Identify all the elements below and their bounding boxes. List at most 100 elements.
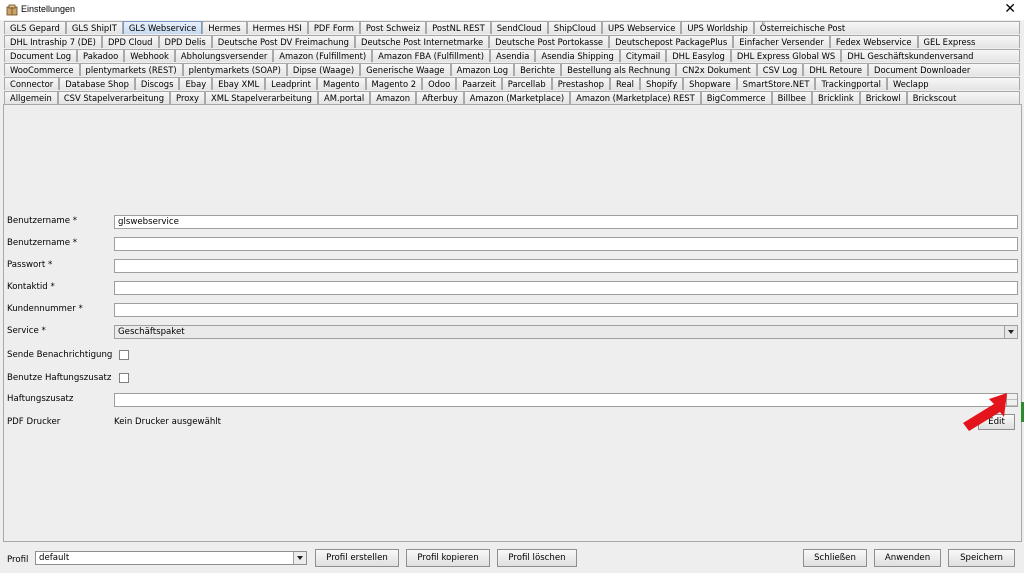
- tab-ebay[interactable]: Ebay: [179, 77, 213, 90]
- tab-shipcloud[interactable]: ShipCloud: [547, 21, 602, 34]
- tab-bestellung-als-rechnung[interactable]: Bestellung als Rechnung: [561, 63, 677, 76]
- tab-shopware[interactable]: Shopware: [683, 77, 737, 90]
- tab-parcellab[interactable]: Parcellab: [501, 77, 552, 90]
- tab-gls-shipit[interactable]: GLS ShipIT: [65, 21, 123, 34]
- tab-pakadoo[interactable]: Pakadoo: [77, 49, 125, 62]
- tab-am-portal[interactable]: AM.portal: [317, 91, 371, 104]
- chevron-down-icon[interactable]: [1004, 326, 1017, 338]
- speichern-button[interactable]: Speichern: [948, 549, 1015, 567]
- tab-allgemein[interactable]: Allgemein: [4, 91, 58, 104]
- tab-hermes[interactable]: Hermes: [202, 21, 247, 34]
- tab-csv-stapelverarbeitung[interactable]: CSV Stapelverarbeitung: [57, 91, 171, 104]
- tab-webhook[interactable]: Webhook: [124, 49, 175, 62]
- close-icon[interactable]: ✕: [1004, 1, 1016, 17]
- haftungszusatz-checkbox[interactable]: [119, 373, 129, 383]
- profil-kopieren-button[interactable]: Profil kopieren: [406, 549, 490, 567]
- tab-deutsche-post-internetmarke[interactable]: Deutsche Post Internetmarke: [355, 35, 490, 48]
- haftungszusatz-spinner[interactable]: 0: [114, 393, 1018, 407]
- chevron-down-icon[interactable]: [293, 552, 306, 564]
- tab-amazon-fulfillment[interactable]: Amazon (Fulfillment): [273, 49, 373, 62]
- tab-billbee[interactable]: Billbee: [771, 91, 812, 104]
- tab-amazon-marketplace-rest[interactable]: Amazon (Marketplace) REST: [570, 91, 701, 104]
- tab-plentymarkets-soap[interactable]: plentymarkets (SOAP): [182, 63, 287, 76]
- kontaktid-input[interactable]: [114, 281, 1018, 295]
- tab-asendia[interactable]: Asendia: [490, 49, 536, 62]
- tab-postnl-rest[interactable]: PostNL REST: [426, 21, 491, 34]
- tab-dipse-waage[interactable]: Dipse (Waage): [286, 63, 361, 76]
- tab-odoo[interactable]: Odoo: [422, 77, 457, 90]
- tab-leadprint[interactable]: Leadprint: [265, 77, 317, 90]
- tab-dhl-easylog[interactable]: DHL Easylog: [666, 49, 731, 62]
- tab-gls-gepard[interactable]: GLS Gepard: [4, 21, 66, 34]
- service-select[interactable]: Geschäftspaket: [114, 325, 1018, 339]
- anwenden-button[interactable]: Anwenden: [874, 549, 941, 567]
- tab-magento[interactable]: Magento: [316, 77, 366, 90]
- tab-gel-express[interactable]: GEL Express: [917, 35, 1020, 48]
- tab-fedex-webservice[interactable]: Fedex Webservice: [829, 35, 918, 48]
- benutzername-input[interactable]: glswebservice: [114, 215, 1018, 229]
- tab-brickscout[interactable]: Brickscout: [906, 91, 1020, 104]
- tab-magento-2[interactable]: Magento 2: [365, 77, 423, 90]
- tab-cn2x-dokument[interactable]: CN2x Dokument: [676, 63, 757, 76]
- tab-post-schweiz[interactable]: Post Schweiz: [359, 21, 427, 34]
- tab-berichte[interactable]: Berichte: [514, 63, 562, 76]
- row-kontaktid: Kontaktid *: [4, 281, 1021, 295]
- tab-abholungsversender[interactable]: Abholungsversender: [174, 49, 274, 62]
- tab-shopify[interactable]: Shopify: [640, 77, 684, 90]
- tab-sendcloud[interactable]: SendCloud: [490, 21, 548, 34]
- tab-pdf-form[interactable]: PDF Form: [307, 21, 360, 34]
- tab-citymail[interactable]: Citymail: [619, 49, 667, 62]
- tab-trackingportal[interactable]: Trackingportal: [815, 77, 887, 90]
- tab-ups-webservice[interactable]: UPS Webservice: [601, 21, 682, 34]
- tab-dhl-intraship-7-de[interactable]: DHL Intraship 7 (DE): [4, 35, 102, 48]
- tab-dhl-retoure[interactable]: DHL Retoure: [803, 63, 869, 76]
- tab-generische-waage[interactable]: Generische Waage: [360, 63, 451, 76]
- row-passwort: Passwort *: [4, 259, 1021, 273]
- tab-brickowl[interactable]: Brickowl: [859, 91, 907, 104]
- benachrichtigung-checkbox[interactable]: [119, 350, 129, 360]
- tab-prestashop[interactable]: Prestashop: [551, 77, 610, 90]
- tab-deutsche-post-dv-freimachung[interactable]: Deutsche Post DV Freimachung: [211, 35, 355, 48]
- tab-real[interactable]: Real: [609, 77, 640, 90]
- tab-dhl-geschäftskundenversand[interactable]: DHL Geschäftskundenversand: [841, 49, 1020, 62]
- tab-discogs[interactable]: Discogs: [134, 77, 180, 90]
- tab-afterbuy[interactable]: Afterbuy: [416, 91, 464, 104]
- tab-dpd-delis[interactable]: DPD Delis: [158, 35, 212, 48]
- tab-amazon[interactable]: Amazon: [370, 91, 417, 104]
- tab-hermes-hsi[interactable]: Hermes HSI: [246, 21, 308, 34]
- tab-ebay-xml[interactable]: Ebay XML: [212, 77, 266, 90]
- tab-xml-stapelverarbeitung[interactable]: XML Stapelverarbeitung: [205, 91, 318, 104]
- profil-loeschen-button[interactable]: Profil löschen: [497, 549, 577, 567]
- tab-plentymarkets-rest[interactable]: plentymarkets (REST): [79, 63, 183, 76]
- tab-proxy[interactable]: Proxy: [170, 91, 205, 104]
- tab-ups-worldship[interactable]: UPS Worldship: [681, 21, 754, 34]
- tab-bricklink[interactable]: Bricklink: [811, 91, 860, 104]
- tab-gls-webservice[interactable]: GLS Webservice: [122, 21, 203, 34]
- profil-erstellen-button[interactable]: Profil erstellen: [315, 549, 399, 567]
- tab-document-log[interactable]: Document Log: [4, 49, 78, 62]
- tab-asendia-shipping[interactable]: Asendia Shipping: [535, 49, 620, 62]
- tab-smartstore-net[interactable]: SmartStore.NET: [736, 77, 816, 90]
- tab-bigcommerce[interactable]: BigCommerce: [700, 91, 772, 104]
- kundennummer-input[interactable]: [114, 303, 1018, 317]
- tab-database-shop[interactable]: Database Shop: [59, 77, 135, 90]
- tab-amazon-log[interactable]: Amazon Log: [450, 63, 515, 76]
- profil-select[interactable]: default: [35, 551, 307, 565]
- tab-csv-log[interactable]: CSV Log: [756, 63, 804, 76]
- tab-amazon-marketplace[interactable]: Amazon (Marketplace): [463, 91, 571, 104]
- schliessen-button[interactable]: Schließen: [803, 549, 867, 567]
- tab-connector[interactable]: Connector: [4, 77, 60, 90]
- tab-einfacher-versender[interactable]: Einfacher Versender: [733, 35, 830, 48]
- tab-weclapp[interactable]: Weclapp: [886, 77, 1020, 90]
- tab-dpd-cloud[interactable]: DPD Cloud: [101, 35, 159, 48]
- tab-amazon-fba-fulfillment[interactable]: Amazon FBA (Fulfillment): [372, 49, 490, 62]
- benutzername-2-input[interactable]: [114, 237, 1018, 251]
- tab-paarzeit[interactable]: Paarzeit: [456, 77, 502, 90]
- tab-deutschepost-packageplus[interactable]: Deutschepost PackagePlus: [609, 35, 734, 48]
- tab-deutsche-post-portokasse[interactable]: Deutsche Post Portokasse: [489, 35, 610, 48]
- tab-document-downloader[interactable]: Document Downloader: [868, 63, 1020, 76]
- tab-dhl-express-global-ws[interactable]: DHL Express Global WS: [730, 49, 842, 62]
- tab-österreichische-post[interactable]: Österreichische Post: [753, 21, 1020, 34]
- passwort-input[interactable]: [114, 259, 1018, 273]
- tab-woocommerce[interactable]: WooCommerce: [4, 63, 80, 76]
